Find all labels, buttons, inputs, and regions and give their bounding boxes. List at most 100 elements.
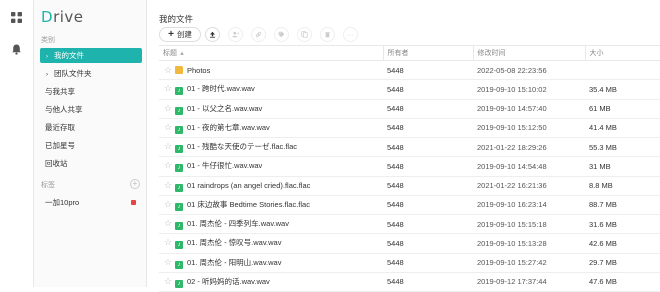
size-cell: 35.4 MB: [585, 79, 660, 100]
sidebar-item-trash[interactable]: 回收站: [40, 156, 142, 171]
modified-cell: 2019-09-10 14:54:48: [473, 156, 585, 177]
table-row[interactable]: ☆ ♪ 01 床边故事 Bedtime Stories.flac.flac 5448 2…: [159, 195, 660, 216]
owner-cell: 5448: [383, 176, 473, 196]
column-header-owner[interactable]: 所有者: [382, 45, 473, 61]
table-row[interactable]: ☆ ♪ 01 - 夜的第七章.wav.wav 5448 2019-09-10 15:12…: [159, 118, 660, 139]
file-name: 01. 周杰伦 - 四季列车.wav.wav: [187, 219, 289, 229]
owner-cell: 5448: [383, 156, 473, 177]
size-cell: 31 MB: [585, 156, 660, 177]
modified-cell: 2021-01-22 18:29:26: [473, 137, 585, 158]
star-icon[interactable]: ☆: [164, 180, 175, 191]
sidebar-item-shared-with-me[interactable]: 与我共享: [40, 84, 142, 99]
sidebar-item-label: 已加星号: [45, 141, 75, 150]
link-icon[interactable]: [251, 27, 266, 42]
table-row[interactable]: ☆ ♪ 01 - 跨时代.wav.wav 5448 2019-09-10 15:10:0…: [159, 79, 660, 100]
sidebar-item-starred[interactable]: 已加星号: [40, 138, 142, 153]
grid-icon[interactable]: [11, 12, 22, 23]
star-icon[interactable]: ☆: [164, 160, 175, 171]
owner-cell: 5448: [383, 195, 473, 216]
owner-cell: 5448: [383, 233, 473, 254]
sidebar-item-my-files[interactable]: › 我的文件: [40, 48, 142, 63]
owner-cell: 5448: [383, 99, 473, 119]
table-row[interactable]: ☆ ♪ 01. 周杰伦 - 四季列车.wav.wav 5448 2019-09-10 1…: [159, 214, 660, 235]
size-cell: 42.6 MB: [585, 233, 660, 254]
create-label: 创建: [176, 30, 192, 39]
category-heading: 类别: [41, 37, 55, 44]
folder-icon: [175, 65, 183, 74]
star-icon[interactable]: ☆: [164, 65, 175, 76]
owner-cell: 5448: [383, 137, 473, 158]
file-name-cell[interactable]: ☆ ♪ 01. 周杰伦 - 惊叹号.wav.wav: [159, 233, 383, 254]
owner-cell: 5448: [383, 272, 473, 292]
create-button[interactable]: + 创建: [159, 27, 201, 42]
star-icon[interactable]: ☆: [164, 257, 175, 268]
table-row[interactable]: ☆ ♪ 01. 周杰伦 - 阳明山.wav.wav 5448 2019-09-10 15…: [159, 253, 660, 273]
table-row[interactable]: ☆ ♪ 01 - 以父之名.wav.wav 5448 2019-09-10 14:57:…: [159, 99, 660, 119]
size-cell: 41.4 MB: [585, 118, 660, 139]
table-row[interactable]: ☆ ♪ 01. 周杰伦 - 惊叹号.wav.wav 5448 2019-09-10 15…: [159, 233, 660, 254]
audio-file-icon: ♪: [175, 145, 183, 154]
owner-cell: 5448: [383, 214, 473, 235]
modified-cell: 2019-09-10 15:15:18: [473, 214, 585, 235]
sidebar-item-label: 回收站: [45, 159, 68, 168]
table-row[interactable]: ☆ Photos 5448 2022-05-08 22:23:56: [159, 60, 660, 81]
star-icon[interactable]: ☆: [164, 141, 175, 152]
star-icon[interactable]: ☆: [164, 276, 175, 287]
file-name-cell[interactable]: ☆ ♪ 01. 周杰伦 - 四季列车.wav.wav: [159, 214, 383, 235]
modified-cell: 2019-09-10 15:10:02: [473, 79, 585, 100]
star-icon[interactable]: ☆: [164, 218, 175, 229]
upload-icon[interactable]: [205, 27, 220, 42]
bell-icon[interactable]: [11, 44, 22, 55]
file-name-cell[interactable]: ☆ ♪ 02 - 听妈妈的话.wav.wav: [159, 272, 383, 292]
column-header-modified[interactable]: 修改时间: [472, 45, 585, 61]
file-name-cell[interactable]: ☆ ♪ 01 - 牛仔很忙.wav.wav: [159, 156, 383, 177]
file-name-cell[interactable]: ☆ ♪ 01 - 残酷な天使のテーゼ.flac.flac: [159, 137, 383, 158]
sidebar-item-label: 我的文件: [54, 51, 84, 60]
sidebar-item-shared-with-others[interactable]: 与他人共享: [40, 102, 142, 117]
owner-cell: 5448: [383, 60, 473, 81]
sort-icon: ▲: [179, 51, 185, 57]
modified-cell: 2019-09-10 14:57:40: [473, 99, 585, 119]
size-cell: 47.6 MB: [585, 272, 660, 292]
tag-item[interactable]: 一加10pro: [40, 195, 142, 210]
share-user-icon[interactable]: [228, 27, 243, 42]
audio-file-icon: ♪: [175, 87, 183, 96]
file-name: 01 - 残酷な天使のテーゼ.flac.flac: [187, 142, 298, 152]
modified-cell: 2019-09-10 15:12:50: [473, 118, 585, 139]
size-cell: 8.8 MB: [585, 176, 660, 196]
file-name-cell[interactable]: ☆ ♪ 01 床边故事 Bedtime Stories.flac.flac: [159, 195, 383, 216]
size-cell: 31.6 MB: [585, 214, 660, 235]
sidebar-item-team-folders[interactable]: › 团队文件夹: [40, 66, 142, 81]
size-cell: 29.7 MB: [585, 253, 660, 273]
file-name-cell[interactable]: ☆ Photos: [159, 60, 383, 81]
add-tag-icon[interactable]: +: [130, 179, 140, 189]
file-name-cell[interactable]: ☆ ♪ 01 - 夜的第七章.wav.wav: [159, 118, 383, 139]
plus-icon: +: [168, 29, 174, 40]
delete-icon[interactable]: [320, 27, 335, 42]
modified-cell: 2019-09-10 15:13:28: [473, 233, 585, 254]
file-name-cell[interactable]: ☆ ♪ 01 raindrops (an angel cried).flac.fla…: [159, 176, 383, 196]
star-icon[interactable]: ☆: [164, 122, 175, 133]
star-icon[interactable]: ☆: [164, 83, 175, 94]
sidebar-item-recent[interactable]: 最近存取: [40, 120, 142, 135]
file-name: 01 - 牛仔很忙.wav.wav: [187, 161, 263, 171]
file-name: 01 - 跨时代.wav.wav: [187, 84, 255, 94]
star-icon[interactable]: ☆: [164, 199, 175, 210]
table-row[interactable]: ☆ ♪ 01 raindrops (an angel cried).flac.fla…: [159, 176, 660, 196]
tag-icon[interactable]: [274, 27, 289, 42]
audio-file-icon: ♪: [175, 106, 183, 115]
file-name-cell[interactable]: ☆ ♪ 01 - 以父之名.wav.wav: [159, 99, 383, 119]
audio-file-icon: ♪: [175, 222, 183, 231]
tags-heading: 标签: [41, 182, 55, 189]
star-icon[interactable]: ☆: [164, 103, 175, 114]
column-header-size[interactable]: 大小: [584, 45, 660, 61]
copy-icon[interactable]: [297, 27, 312, 42]
column-header-title[interactable]: 标题 ▲: [159, 45, 383, 61]
more-icon[interactable]: ···: [343, 27, 358, 42]
table-row[interactable]: ☆ ♪ 01 - 残酷な天使のテーゼ.flac.flac 5448 2021-01-22…: [159, 137, 660, 158]
file-name-cell[interactable]: ☆ ♪ 01 - 跨时代.wav.wav: [159, 79, 383, 100]
table-row[interactable]: ☆ ♪ 02 - 听妈妈的话.wav.wav 5448 2019-09-12 17:37…: [159, 272, 660, 292]
star-icon[interactable]: ☆: [164, 237, 175, 248]
file-name-cell[interactable]: ☆ ♪ 01. 周杰伦 - 阳明山.wav.wav: [159, 253, 383, 273]
table-row[interactable]: ☆ ♪ 01 - 牛仔很忙.wav.wav 5448 2019-09-10 14:54:…: [159, 156, 660, 177]
